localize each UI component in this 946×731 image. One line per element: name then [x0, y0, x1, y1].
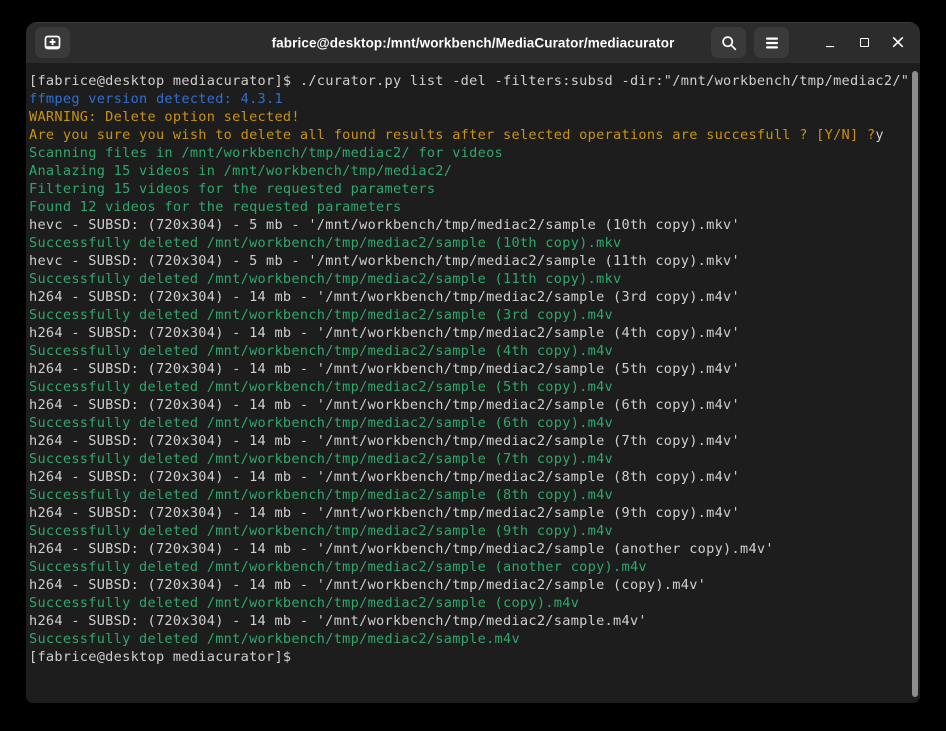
terminal-line: [fabrice@desktop mediacurator]$	[29, 648, 906, 666]
terminal-window: fabrice@desktop:/mnt/workbench/MediaCura…	[26, 22, 920, 703]
terminal-line: h264 - SUBSD: (720x304) - 14 mb - '/mnt/…	[29, 360, 906, 378]
search-button[interactable]	[711, 27, 746, 58]
terminal-line: Successfully deleted /mnt/workbench/tmp/…	[29, 234, 906, 252]
terminal-line: h264 - SUBSD: (720x304) - 14 mb - '/mnt/…	[29, 288, 906, 306]
terminal-line: Successfully deleted /mnt/workbench/tmp/…	[29, 450, 906, 468]
terminal-line: h264 - SUBSD: (720x304) - 14 mb - '/mnt/…	[29, 324, 906, 342]
terminal-line: [fabrice@desktop mediacurator]$ ./curato…	[29, 72, 906, 90]
search-icon	[721, 35, 737, 51]
terminal-line: Filtering 15 videos for the requested pa…	[29, 180, 906, 198]
terminal-line: Scanning files in /mnt/workbench/tmp/med…	[29, 144, 906, 162]
terminal-line: Successfully deleted /mnt/workbench/tmp/…	[29, 558, 906, 576]
terminal-output[interactable]: [fabrice@desktop mediacurator]$ ./curato…	[26, 63, 920, 703]
terminal-line: h264 - SUBSD: (720x304) - 14 mb - '/mnt/…	[29, 468, 906, 486]
terminal-line: h264 - SUBSD: (720x304) - 14 mb - '/mnt/…	[29, 540, 906, 558]
minimize-button[interactable]: ─	[817, 27, 843, 58]
terminal-line: h264 - SUBSD: (720x304) - 14 mb - '/mnt/…	[29, 576, 906, 594]
new-tab-icon	[44, 35, 61, 51]
terminal-line: ffmpeg version detected: 4.3.1	[29, 90, 906, 108]
window-title: fabrice@desktop:/mnt/workbench/MediaCura…	[272, 35, 675, 50]
titlebar[interactable]: fabrice@desktop:/mnt/workbench/MediaCura…	[26, 22, 920, 63]
scrollbar-track[interactable]	[909, 63, 920, 703]
terminal-line: h264 - SUBSD: (720x304) - 14 mb - '/mnt/…	[29, 504, 906, 522]
minimize-icon: ─	[826, 31, 834, 54]
terminal-line: Analazing 15 videos in /mnt/workbench/tm…	[29, 162, 906, 180]
terminal-line: Successfully deleted /mnt/workbench/tmp/…	[29, 270, 906, 288]
terminal-line: hevc - SUBSD: (720x304) - 5 mb - '/mnt/w…	[29, 216, 906, 234]
terminal-line: Successfully deleted /mnt/workbench/tmp/…	[29, 630, 906, 648]
hamburger-menu-icon	[765, 37, 779, 49]
terminal-line: h264 - SUBSD: (720x304) - 14 mb - '/mnt/…	[29, 396, 906, 414]
close-icon: ×	[890, 33, 906, 52]
terminal-line: Successfully deleted /mnt/workbench/tmp/…	[29, 414, 906, 432]
scrollbar-thumb[interactable]	[912, 71, 918, 697]
terminal-line: h264 - SUBSD: (720x304) - 14 mb - '/mnt/…	[29, 612, 906, 630]
maximize-icon	[860, 38, 869, 47]
terminal-line: WARNING: Delete option selected!	[29, 108, 906, 126]
maximize-button[interactable]	[851, 27, 877, 58]
terminal-line: Successfully deleted /mnt/workbench/tmp/…	[29, 306, 906, 324]
terminal-line: Found 12 videos for the requested parame…	[29, 198, 906, 216]
close-button[interactable]: ×	[885, 27, 911, 58]
terminal-line: hevc - SUBSD: (720x304) - 5 mb - '/mnt/w…	[29, 252, 906, 270]
terminal-line: Are you sure you wish to delete all foun…	[29, 126, 906, 144]
desktop-background: fabrice@desktop:/mnt/workbench/MediaCura…	[0, 0, 946, 731]
terminal-line: Successfully deleted /mnt/workbench/tmp/…	[29, 486, 906, 504]
terminal-line: Successfully deleted /mnt/workbench/tmp/…	[29, 522, 906, 540]
menu-button[interactable]	[754, 27, 789, 58]
terminal-line: Successfully deleted /mnt/workbench/tmp/…	[29, 378, 906, 396]
new-tab-button[interactable]	[35, 27, 70, 58]
terminal-line: Successfully deleted /mnt/workbench/tmp/…	[29, 342, 906, 360]
terminal-line: h264 - SUBSD: (720x304) - 14 mb - '/mnt/…	[29, 432, 906, 450]
terminal-line: Successfully deleted /mnt/workbench/tmp/…	[29, 594, 906, 612]
